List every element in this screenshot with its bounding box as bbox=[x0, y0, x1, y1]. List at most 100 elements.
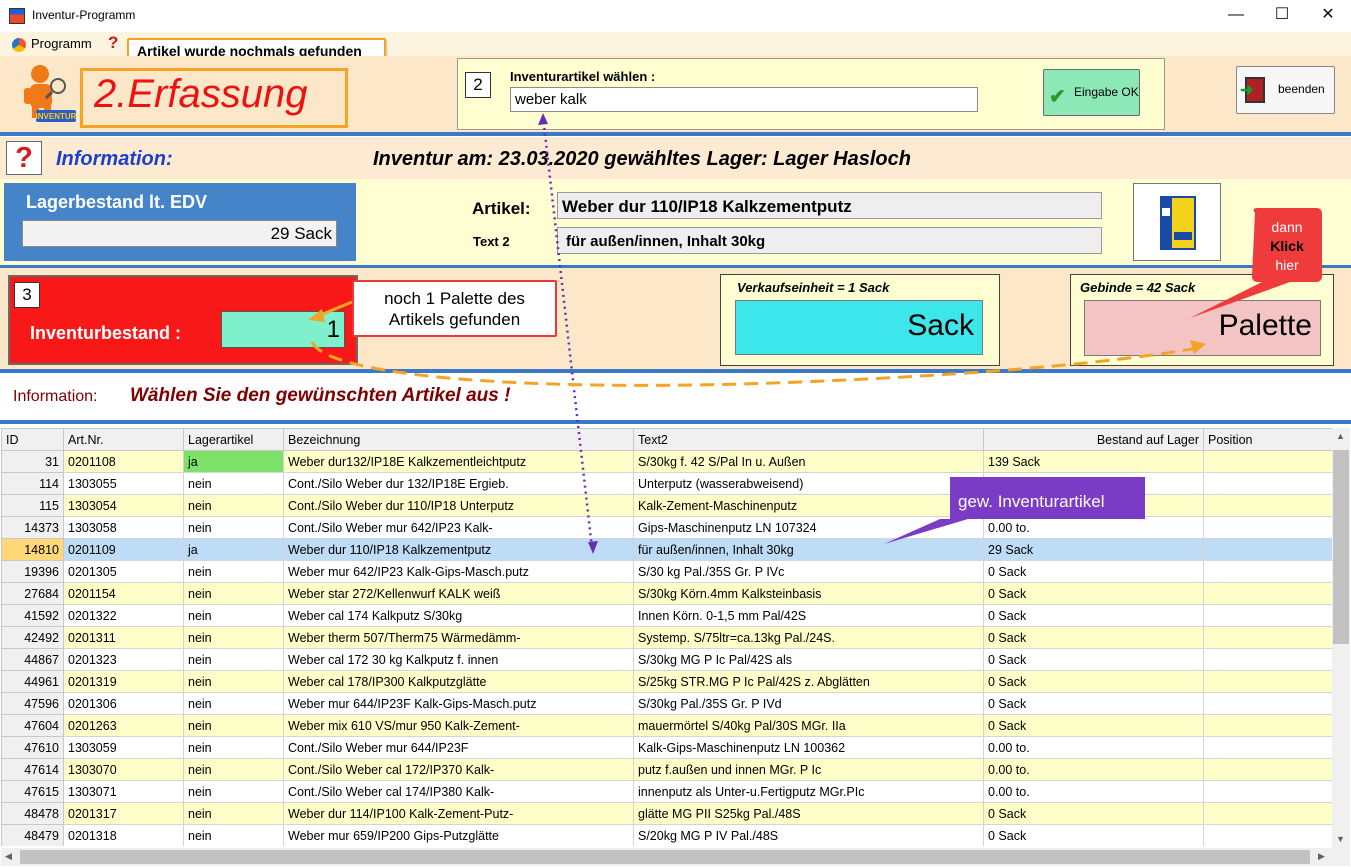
table-cell: S/30 kg Pal./35S Gr. P IVc bbox=[633, 560, 984, 583]
column-header[interactable]: Bestand auf Lager bbox=[983, 428, 1204, 451]
table-cell: 1303071 bbox=[63, 780, 184, 803]
table-cell: 44961 bbox=[1, 670, 64, 693]
table-cell: 0201306 bbox=[63, 692, 184, 715]
table-cell: 139 Sack bbox=[983, 450, 1204, 473]
table-cell: Weber therm 507/Therm75 Wärmedämm- bbox=[283, 626, 634, 649]
table-cell: Weber mur 642/IP23 Kalk-Gips-Masch.putz bbox=[283, 560, 634, 583]
table-row[interactable]: 44867 0201323 nein Weber cal 172 30 kg Kalk… bbox=[1, 648, 1332, 671]
question-mark-icon[interactable]: ? bbox=[6, 141, 42, 175]
column-header[interactable]: ID bbox=[1, 428, 64, 451]
table-cell: nein bbox=[183, 802, 284, 825]
product-image bbox=[1133, 183, 1221, 261]
table-cell: nein bbox=[183, 626, 284, 649]
table-cell: 0201109 bbox=[63, 538, 184, 561]
table-row[interactable]: 47614 1303070 nein Cont./Silo Weber cal 172… bbox=[1, 758, 1332, 781]
column-header[interactable]: Art.Nr. bbox=[63, 428, 184, 451]
window-title: Inventur-Programm bbox=[32, 8, 136, 22]
table-cell: nein bbox=[183, 648, 284, 671]
mode-title: 2.Erfassung bbox=[94, 72, 308, 116]
table-cell: 0 Sack bbox=[983, 802, 1204, 825]
close-button[interactable]: ✕ bbox=[1305, 0, 1351, 32]
column-header[interactable]: Bezeichnung bbox=[283, 428, 634, 451]
table-cell bbox=[1203, 516, 1332, 539]
table-cell: Weber mur 644/IP23F Kalk-Gips-Masch.putz bbox=[283, 692, 634, 715]
table-cell: 0201311 bbox=[63, 626, 184, 649]
table-row[interactable]: 31 0201108 ja Weber dur132/IP18E Kalkzement… bbox=[1, 450, 1332, 473]
table-cell: Systemp. S/75ltr=ca.13kg Pal./24S. bbox=[633, 626, 984, 649]
table-cell: 41592 bbox=[1, 604, 64, 627]
table-cell: 114 bbox=[1, 472, 64, 495]
text2-value: für außen/innen, Inhalt 30kg bbox=[557, 227, 1102, 254]
divider bbox=[0, 420, 1351, 424]
table-cell: Weber cal 172 30 kg Kalkputz f. innen bbox=[283, 648, 634, 671]
sack-button[interactable]: Sack bbox=[735, 300, 983, 355]
table-cell: nein bbox=[183, 670, 284, 693]
table-row[interactable]: 115 1303054 nein Cont./Silo Weber dur 110/I… bbox=[1, 494, 1332, 517]
table-cell: 44867 bbox=[1, 648, 64, 671]
table-cell: Cont./Silo Weber dur 132/IP18E Ergieb. bbox=[283, 472, 634, 495]
table-cell bbox=[1203, 582, 1332, 605]
product-bag-icon bbox=[1160, 196, 1196, 250]
article-select-label: Inventurartikel wählen : bbox=[510, 69, 656, 84]
table-cell bbox=[1203, 538, 1332, 561]
table-row[interactable]: 114 1303055 nein Cont./Silo Weber dur 132/I… bbox=[1, 472, 1332, 495]
table-row[interactable]: 14373 1303058 nein Cont./Silo Weber mur 642… bbox=[1, 516, 1332, 539]
table-cell: putz f.außen und innen MGr. P Ic bbox=[633, 758, 984, 781]
table-cell: 115 bbox=[1, 494, 64, 517]
minimize-button[interactable]: — bbox=[1213, 0, 1259, 32]
table-cell bbox=[1203, 648, 1332, 671]
vertical-scroll-thumb[interactable] bbox=[1333, 450, 1349, 644]
table-cell: 0 Sack bbox=[983, 714, 1204, 737]
step-3-badge: 3 bbox=[14, 282, 40, 308]
scroll-up-icon[interactable]: ▲ bbox=[1336, 431, 1345, 441]
table-cell: 29 Sack bbox=[983, 538, 1204, 561]
table-row[interactable]: 41592 0201322 nein Weber cal 174 Kalkputz S… bbox=[1, 604, 1332, 627]
table-cell: 0201154 bbox=[63, 582, 184, 605]
table-cell: Cont./Silo Weber dur 110/IP18 Unterputz bbox=[283, 494, 634, 517]
article-search-input[interactable] bbox=[510, 87, 978, 112]
table-row[interactable]: 47604 0201263 nein Weber mix 610 VS/mur 950… bbox=[1, 714, 1332, 737]
table-cell bbox=[1203, 604, 1332, 627]
table-row[interactable]: 27684 0201154 nein Weber star 272/Kellenwur… bbox=[1, 582, 1332, 605]
table-cell: 48479 bbox=[1, 824, 64, 846]
inventory-quantity-input[interactable]: 1 bbox=[221, 311, 345, 348]
table-cell: 1303055 bbox=[63, 472, 184, 495]
scroll-left-icon[interactable]: ◀ bbox=[5, 851, 12, 862]
table-cell: Cont./Silo Weber mur 642/IP23 Kalk- bbox=[283, 516, 634, 539]
table-cell: S/30kg Pal./35S Gr. P IVd bbox=[633, 692, 984, 715]
horizontal-scroll-thumb[interactable] bbox=[20, 850, 1310, 864]
palette-button[interactable]: Palette bbox=[1084, 300, 1321, 356]
info2-message: Wählen Sie den gewünschten Artikel aus ! bbox=[130, 385, 511, 406]
table-row[interactable]: 44961 0201319 nein Weber cal 178/IP300 Kalk… bbox=[1, 670, 1332, 693]
article-value: Weber dur 110/IP18 Kalkzementputz bbox=[557, 192, 1102, 219]
table-cell: 1303059 bbox=[63, 736, 184, 759]
table-cell: nein bbox=[183, 692, 284, 715]
table-row[interactable]: 14810 0201109 ja Weber dur 110/IP18 Kalkzem… bbox=[1, 538, 1332, 561]
scroll-right-icon[interactable]: ▶ bbox=[1318, 851, 1325, 862]
table-row[interactable]: 19396 0201305 nein Weber mur 642/IP23 Kalk-… bbox=[1, 560, 1332, 583]
table-cell: 47615 bbox=[1, 780, 64, 803]
column-header[interactable]: Text2 bbox=[633, 428, 984, 451]
help-menu-icon[interactable]: ? bbox=[108, 33, 118, 53]
table-cell: 0.00 to. bbox=[983, 780, 1204, 803]
table-cell bbox=[1203, 450, 1332, 473]
table-row[interactable]: 42492 0201311 nein Weber therm 507/Therm75 … bbox=[1, 626, 1332, 649]
table-row[interactable]: 47615 1303071 nein Cont./Silo Weber cal 174… bbox=[1, 780, 1332, 803]
menu-programm[interactable]: Programm bbox=[31, 36, 92, 51]
table-cell: innenputz als Unter-u.Fertigputz MGr.PIc bbox=[633, 780, 984, 803]
table-cell: 0201319 bbox=[63, 670, 184, 693]
exit-arrow-icon: ➜ bbox=[1240, 82, 1254, 99]
scroll-down-icon[interactable]: ▼ bbox=[1336, 834, 1345, 844]
info-label: Information: bbox=[56, 148, 173, 170]
table-cell: 48478 bbox=[1, 802, 64, 825]
maximize-button[interactable]: ☐ bbox=[1259, 0, 1305, 32]
table-row[interactable]: 48479 0201318 nein Weber mur 659/IP200 Gips… bbox=[1, 824, 1332, 846]
column-header[interactable]: Lagerartikel bbox=[183, 428, 284, 451]
table-cell: S/30kg MG P Ic Pal/42S als bbox=[633, 648, 984, 671]
inventur-date-text: Inventur am: 23.03.2020 gewähltes Lager:… bbox=[373, 148, 911, 170]
table-row[interactable]: 48478 0201317 nein Weber dur 114/IP100 Kalk… bbox=[1, 802, 1332, 825]
table-row[interactable]: 47596 0201306 nein Weber mur 644/IP23F Kalk… bbox=[1, 692, 1332, 715]
table-row[interactable]: 47610 1303059 nein Cont./Silo Weber mur 644… bbox=[1, 736, 1332, 759]
column-header[interactable]: Position bbox=[1203, 428, 1332, 451]
table-cell: 0201322 bbox=[63, 604, 184, 627]
